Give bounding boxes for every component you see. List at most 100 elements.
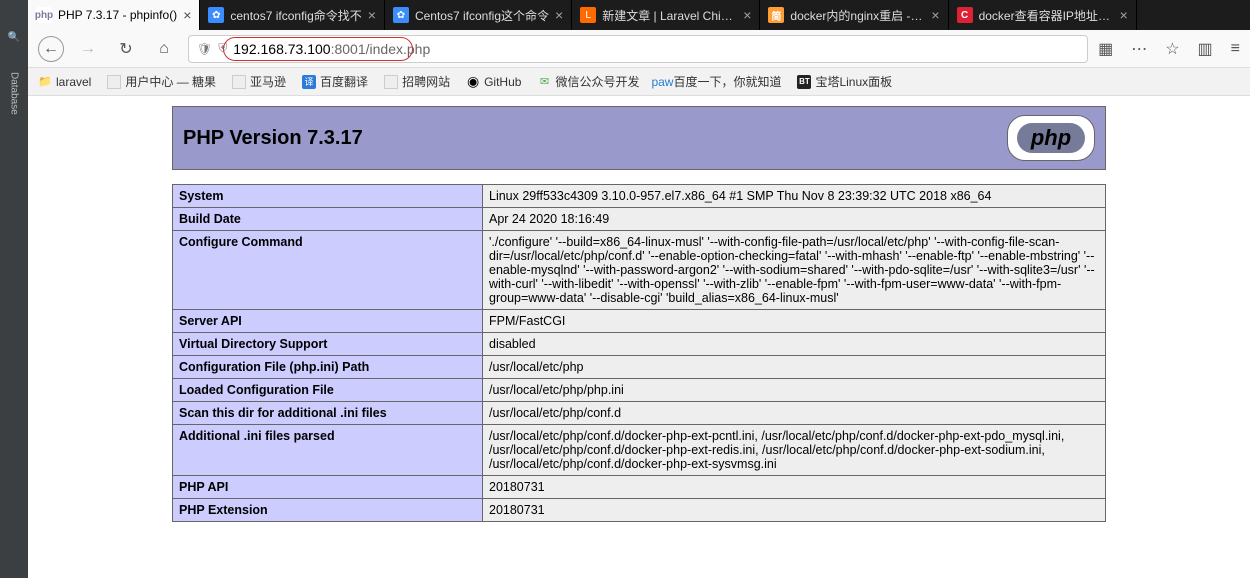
- tab-centos-ifconfig-1[interactable]: ✿ centos7 ifconfig命令找不 ×: [200, 0, 385, 30]
- database-panel-label[interactable]: Database: [9, 72, 20, 115]
- bookmark-jobs[interactable]: 招聘网站: [384, 73, 450, 90]
- php-key: PHP Extension: [173, 499, 483, 522]
- site-icon: 简: [768, 7, 784, 23]
- tab-title: docker查看容器IP地址_运: [979, 7, 1114, 24]
- tab-laravel-china[interactable]: L 新建文章 | Laravel China社 ×: [572, 0, 760, 30]
- table-row: Configuration File (php.ini) Path/usr/lo…: [173, 356, 1106, 379]
- bookmark-amazon[interactable]: 亚马逊: [232, 73, 286, 90]
- table-row: Loaded Configuration File/usr/local/etc/…: [173, 379, 1106, 402]
- bookmark-label: 亚马逊: [250, 73, 286, 90]
- site-icon: ✿: [393, 7, 409, 23]
- table-row: Configure Command'./configure' '--build=…: [173, 231, 1106, 310]
- close-icon[interactable]: ×: [368, 7, 376, 23]
- php-key: Configuration File (php.ini) Path: [173, 356, 483, 379]
- site-icon: 译: [302, 75, 316, 89]
- php-logo-text: php: [1017, 123, 1085, 153]
- php-version-title: PHP Version 7.3.17: [183, 127, 363, 150]
- php-value: './configure' '--build=x86_64-linux-musl…: [483, 231, 1106, 310]
- site-icon: [107, 75, 121, 89]
- home-button[interactable]: ⌂: [150, 35, 178, 63]
- php-value: disabled: [483, 333, 1106, 356]
- table-row: SystemLinux 29ff533c4309 3.10.0-957.el7.…: [173, 185, 1106, 208]
- tab-centos-ifconfig-2[interactable]: ✿ Centos7 ifconfig这个命令 ×: [385, 0, 572, 30]
- php-value: Apr 24 2020 18:16:49: [483, 208, 1106, 231]
- bookmark-laravel[interactable]: 📁laravel: [38, 75, 91, 89]
- bookmark-github[interactable]: ◉ GitHub: [466, 75, 521, 89]
- bookmark-label: 微信公众号开发: [555, 73, 639, 90]
- wechat-icon: ✉: [537, 75, 551, 89]
- bookmark-label: 百度翻译: [320, 73, 368, 90]
- bookmark-label: 招聘网站: [402, 73, 450, 90]
- qr-icon[interactable]: ▦: [1098, 39, 1113, 59]
- phpinfo-header: PHP Version 7.3.17 php: [172, 106, 1106, 170]
- php-key: PHP API: [173, 476, 483, 499]
- bookmark-label: laravel: [56, 75, 91, 89]
- bookmark-baidu-translate[interactable]: 译百度翻译: [302, 73, 368, 90]
- reload-button[interactable]: ↻: [112, 35, 140, 63]
- php-value: /usr/local/etc/php/conf.d/docker-php-ext…: [483, 425, 1106, 476]
- more-icon[interactable]: ⋯: [1131, 39, 1147, 59]
- site-icon: [232, 75, 246, 89]
- bookmarks-bar: 📁laravel 用户中心 — 糖果 亚马逊 译百度翻译 招聘网站 ◉ GitHu…: [28, 68, 1250, 96]
- php-value: /usr/local/etc/php: [483, 356, 1106, 379]
- star-icon[interactable]: ☆: [1165, 39, 1179, 59]
- table-row: Build DateApr 24 2020 18:16:49: [173, 208, 1106, 231]
- bookmark-label: 百度一下，你就知道: [673, 73, 781, 90]
- site-icon: C: [957, 7, 973, 23]
- close-icon[interactable]: ×: [555, 7, 563, 23]
- bookmark-baidu[interactable]: paw百度一下，你就知道: [655, 73, 781, 90]
- table-row: PHP API20180731: [173, 476, 1106, 499]
- phpinfo-container: PHP Version 7.3.17 php SystemLinux 29ff5…: [172, 106, 1106, 522]
- bookmark-wechat-dev[interactable]: ✉ 微信公众号开发: [537, 73, 639, 90]
- insecure-icon[interactable]: ⛨: [218, 41, 227, 56]
- shield-icon[interactable]: 🛡: [197, 42, 212, 56]
- url-text: 192.168.73.100:8001/index.php: [233, 41, 430, 57]
- bookmark-usercenter[interactable]: 用户中心 — 糖果: [107, 73, 216, 90]
- bookmark-label: 用户中心 — 糖果: [125, 73, 216, 90]
- url-input[interactable]: 🛡 ⛨ 192.168.73.100:8001/index.php: [188, 35, 1088, 63]
- toolbar-right: ▦ ⋯ ☆ ▥ ≡: [1098, 39, 1240, 59]
- tab-title: docker内的nginx重启 - 简: [790, 7, 925, 24]
- menu-icon[interactable]: ≡: [1231, 40, 1240, 58]
- bookmark-label: GitHub: [484, 75, 521, 89]
- phpinfo-table: SystemLinux 29ff533c4309 3.10.0-957.el7.…: [172, 184, 1106, 522]
- forward-button: →: [74, 35, 102, 63]
- nav-toolbar: ← → ↻ ⌂ 🛡 ⛨ 192.168.73.100:8001/index.ph…: [28, 30, 1250, 68]
- php-key: System: [173, 185, 483, 208]
- tab-jianshu[interactable]: 简 docker内的nginx重启 - 简 ×: [760, 0, 948, 30]
- table-row: Server APIFPM/FastCGI: [173, 310, 1106, 333]
- php-logo: php: [1007, 115, 1095, 161]
- site-icon: [384, 75, 398, 89]
- bookmark-bt[interactable]: BT宝塔Linux面板: [797, 73, 892, 90]
- php-key: Scan this dir for additional .ini files: [173, 402, 483, 425]
- page-content: PHP Version 7.3.17 php SystemLinux 29ff5…: [28, 96, 1250, 578]
- php-value: 20180731: [483, 476, 1106, 499]
- php-key: Loaded Configuration File: [173, 379, 483, 402]
- php-value: /usr/local/etc/php/php.ini: [483, 379, 1106, 402]
- bookmark-label: 宝塔Linux面板: [815, 73, 892, 90]
- close-icon[interactable]: ×: [743, 7, 751, 23]
- php-value: Linux 29ff533c4309 3.10.0-957.el7.x86_64…: [483, 185, 1106, 208]
- ide-sidebar: 🔍 Database: [0, 0, 28, 578]
- table-row: Additional .ini files parsed/usr/local/e…: [173, 425, 1106, 476]
- tab-strip: php PHP 7.3.17 - phpinfo() × ✿ centos7 i…: [28, 0, 1250, 30]
- close-icon[interactable]: ×: [183, 7, 191, 23]
- tab-phpinfo[interactable]: php PHP 7.3.17 - phpinfo() ×: [28, 0, 200, 30]
- php-key: Configure Command: [173, 231, 483, 310]
- tab-title: Centos7 ifconfig这个命令: [415, 7, 549, 24]
- tab-csdn[interactable]: C docker查看容器IP地址_运 ×: [949, 0, 1137, 30]
- site-icon: L: [580, 7, 596, 23]
- library-icon[interactable]: ▥: [1198, 39, 1213, 59]
- back-button[interactable]: ←: [38, 36, 64, 62]
- php-key: Server API: [173, 310, 483, 333]
- tab-title: centos7 ifconfig命令找不: [230, 7, 361, 24]
- php-icon: php: [36, 7, 52, 23]
- close-icon[interactable]: ×: [931, 7, 939, 23]
- github-icon: ◉: [466, 75, 480, 89]
- table-row: PHP Extension20180731: [173, 499, 1106, 522]
- php-key: Virtual Directory Support: [173, 333, 483, 356]
- php-key: Build Date: [173, 208, 483, 231]
- search-icon[interactable]: 🔍: [9, 30, 20, 42]
- close-icon[interactable]: ×: [1120, 7, 1128, 23]
- php-value: /usr/local/etc/php/conf.d: [483, 402, 1106, 425]
